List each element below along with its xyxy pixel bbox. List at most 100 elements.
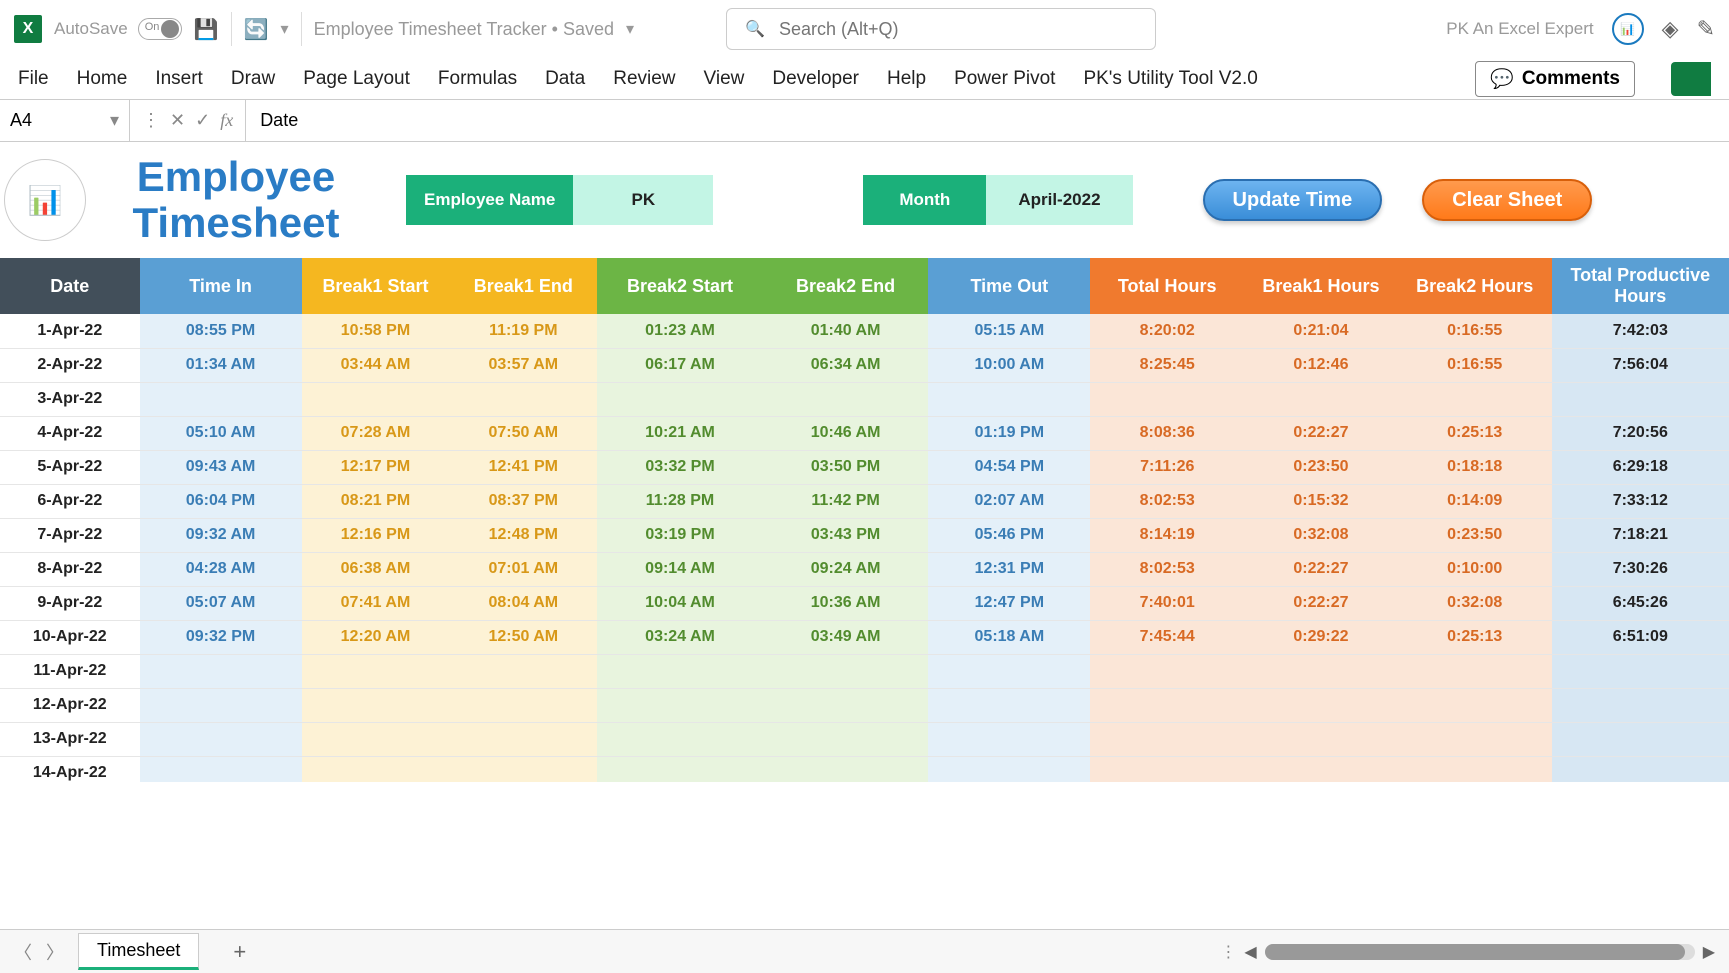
cell-timeout[interactable] <box>928 382 1090 416</box>
sync-icon[interactable]: 🔄 <box>244 17 269 42</box>
worksheet[interactable]: 📊 Employee Timesheet Employee Name PK Mo… <box>0 142 1729 782</box>
cell-break2-end[interactable]: 11:42 PM <box>763 484 929 518</box>
cell-total-hours[interactable]: 8:08:36 <box>1090 416 1244 450</box>
cell-total-hours[interactable] <box>1090 654 1244 688</box>
cell-total-productive[interactable] <box>1552 688 1729 722</box>
cell-timein[interactable]: 09:43 AM <box>140 450 302 484</box>
cell-timeout[interactable] <box>928 688 1090 722</box>
table-row[interactable]: 7-Apr-2209:32 AM12:16 PM12:48 PM03:19 PM… <box>0 518 1729 552</box>
cell-timein[interactable]: 05:07 AM <box>140 586 302 620</box>
cell-break2-hours[interactable]: 0:16:55 <box>1398 348 1552 382</box>
cell-break2-end[interactable]: 10:36 AM <box>763 586 929 620</box>
cell-break1-start[interactable]: 12:20 AM <box>302 620 450 654</box>
cell-break2-start[interactable]: 01:23 AM <box>597 314 763 348</box>
cell-break2-end[interactable]: 09:24 AM <box>763 552 929 586</box>
search-input[interactable] <box>779 19 1137 40</box>
cell-date[interactable]: 14-Apr-22 <box>0 756 140 782</box>
cell-date[interactable]: 12-Apr-22 <box>0 688 140 722</box>
cell-break2-end[interactable] <box>763 382 929 416</box>
cell-break2-start[interactable]: 10:04 AM <box>597 586 763 620</box>
comments-button[interactable]: 💬 Comments <box>1475 61 1635 97</box>
clear-sheet-button[interactable]: Clear Sheet <box>1422 179 1592 221</box>
cell-total-hours[interactable]: 8:20:02 <box>1090 314 1244 348</box>
cell-break1-end[interactable]: 12:50 AM <box>449 620 597 654</box>
cell-timeout[interactable]: 05:18 AM <box>928 620 1090 654</box>
cell-break1-end[interactable]: 12:48 PM <box>449 518 597 552</box>
cell-date[interactable]: 8-Apr-22 <box>0 552 140 586</box>
add-sheet-icon[interactable]: + <box>233 939 246 965</box>
cell-date[interactable]: 6-Apr-22 <box>0 484 140 518</box>
cell-timein[interactable]: 06:04 PM <box>140 484 302 518</box>
cell-timeout[interactable]: 12:31 PM <box>928 552 1090 586</box>
cell-total-productive[interactable] <box>1552 756 1729 782</box>
cell-break1-hours[interactable] <box>1244 654 1398 688</box>
tab-power-pivot[interactable]: Power Pivot <box>954 68 1055 90</box>
cell-break1-start[interactable]: 10:58 PM <box>302 314 450 348</box>
cell-total-hours[interactable]: 7:40:01 <box>1090 586 1244 620</box>
cell-timein[interactable] <box>140 382 302 416</box>
cell-timein[interactable]: 01:34 AM <box>140 348 302 382</box>
cell-break2-start[interactable] <box>597 756 763 782</box>
confirm-icon[interactable]: ✓ <box>195 110 210 131</box>
tab-page-layout[interactable]: Page Layout <box>303 68 410 90</box>
cell-break2-end[interactable] <box>763 654 929 688</box>
cell-total-productive[interactable]: 7:56:04 <box>1552 348 1729 382</box>
table-row[interactable]: 4-Apr-2205:10 AM07:28 AM07:50 AM10:21 AM… <box>0 416 1729 450</box>
next-sheet-icon[interactable]: 〉 <box>46 939 64 965</box>
tab-data[interactable]: Data <box>545 68 585 90</box>
cell-break1-start[interactable] <box>302 756 450 782</box>
cell-break1-hours[interactable] <box>1244 688 1398 722</box>
cell-total-productive[interactable]: 7:42:03 <box>1552 314 1729 348</box>
cell-break2-end[interactable]: 01:40 AM <box>763 314 929 348</box>
cell-total-productive[interactable]: 6:45:26 <box>1552 586 1729 620</box>
cell-break1-hours[interactable]: 0:21:04 <box>1244 314 1398 348</box>
cell-break1-end[interactable]: 03:57 AM <box>449 348 597 382</box>
search-box[interactable]: 🔍 <box>726 8 1156 50</box>
prev-sheet-icon[interactable]: 〈 <box>14 939 32 965</box>
cell-total-hours[interactable]: 8:02:53 <box>1090 484 1244 518</box>
cell-timein[interactable] <box>140 688 302 722</box>
cell-timeout[interactable] <box>928 722 1090 756</box>
cell-total-productive[interactable]: 7:20:56 <box>1552 416 1729 450</box>
cell-break1-start[interactable] <box>302 654 450 688</box>
chevron-down-icon[interactable]: ▾ <box>281 19 289 39</box>
cell-total-productive[interactable]: 7:18:21 <box>1552 518 1729 552</box>
save-icon[interactable]: 💾 <box>194 17 219 42</box>
cell-break2-end[interactable] <box>763 756 929 782</box>
cell-break1-start[interactable] <box>302 722 450 756</box>
table-row[interactable]: 10-Apr-2209:32 PM12:20 AM12:50 AM03:24 A… <box>0 620 1729 654</box>
cell-break2-start[interactable]: 03:32 PM <box>597 450 763 484</box>
table-row[interactable]: 5-Apr-2209:43 AM12:17 PM12:41 PM03:32 PM… <box>0 450 1729 484</box>
cell-break2-end[interactable] <box>763 722 929 756</box>
cell-date[interactable]: 3-Apr-22 <box>0 382 140 416</box>
cell-break1-hours[interactable] <box>1244 722 1398 756</box>
scroll-right-icon[interactable]: ▶ <box>1703 942 1715 962</box>
table-row[interactable]: 11-Apr-22 <box>0 654 1729 688</box>
employee-value[interactable]: PK <box>573 175 713 225</box>
tab-home[interactable]: Home <box>77 68 128 90</box>
cell-break2-end[interactable]: 10:46 AM <box>763 416 929 450</box>
pen-icon[interactable]: ✎ <box>1697 16 1715 42</box>
cell-total-productive[interactable] <box>1552 382 1729 416</box>
scroll-track[interactable] <box>1265 944 1695 960</box>
cell-break1-end[interactable]: 11:19 PM <box>449 314 597 348</box>
cell-total-hours[interactable] <box>1090 382 1244 416</box>
cell-timeout[interactable]: 05:46 PM <box>928 518 1090 552</box>
cell-date[interactable]: 2-Apr-22 <box>0 348 140 382</box>
table-row[interactable]: 1-Apr-2208:55 PM10:58 PM11:19 PM01:23 AM… <box>0 314 1729 348</box>
cell-total-hours[interactable]: 7:45:44 <box>1090 620 1244 654</box>
scroll-thumb[interactable] <box>1265 944 1685 960</box>
cell-total-hours[interactable]: 8:25:45 <box>1090 348 1244 382</box>
cell-break1-start[interactable]: 07:41 AM <box>302 586 450 620</box>
tab-formulas[interactable]: Formulas <box>438 68 517 90</box>
cell-break1-start[interactable] <box>302 688 450 722</box>
cell-total-productive[interactable]: 6:51:09 <box>1552 620 1729 654</box>
cell-break2-hours[interactable]: 0:14:09 <box>1398 484 1552 518</box>
cell-total-hours[interactable] <box>1090 756 1244 782</box>
cell-break2-hours[interactable]: 0:16:55 <box>1398 314 1552 348</box>
cell-timeout[interactable] <box>928 756 1090 782</box>
tab-file[interactable]: File <box>18 68 49 90</box>
cell-break1-start[interactable]: 12:17 PM <box>302 450 450 484</box>
tab-insert[interactable]: Insert <box>155 68 203 90</box>
cell-total-hours[interactable]: 8:02:53 <box>1090 552 1244 586</box>
